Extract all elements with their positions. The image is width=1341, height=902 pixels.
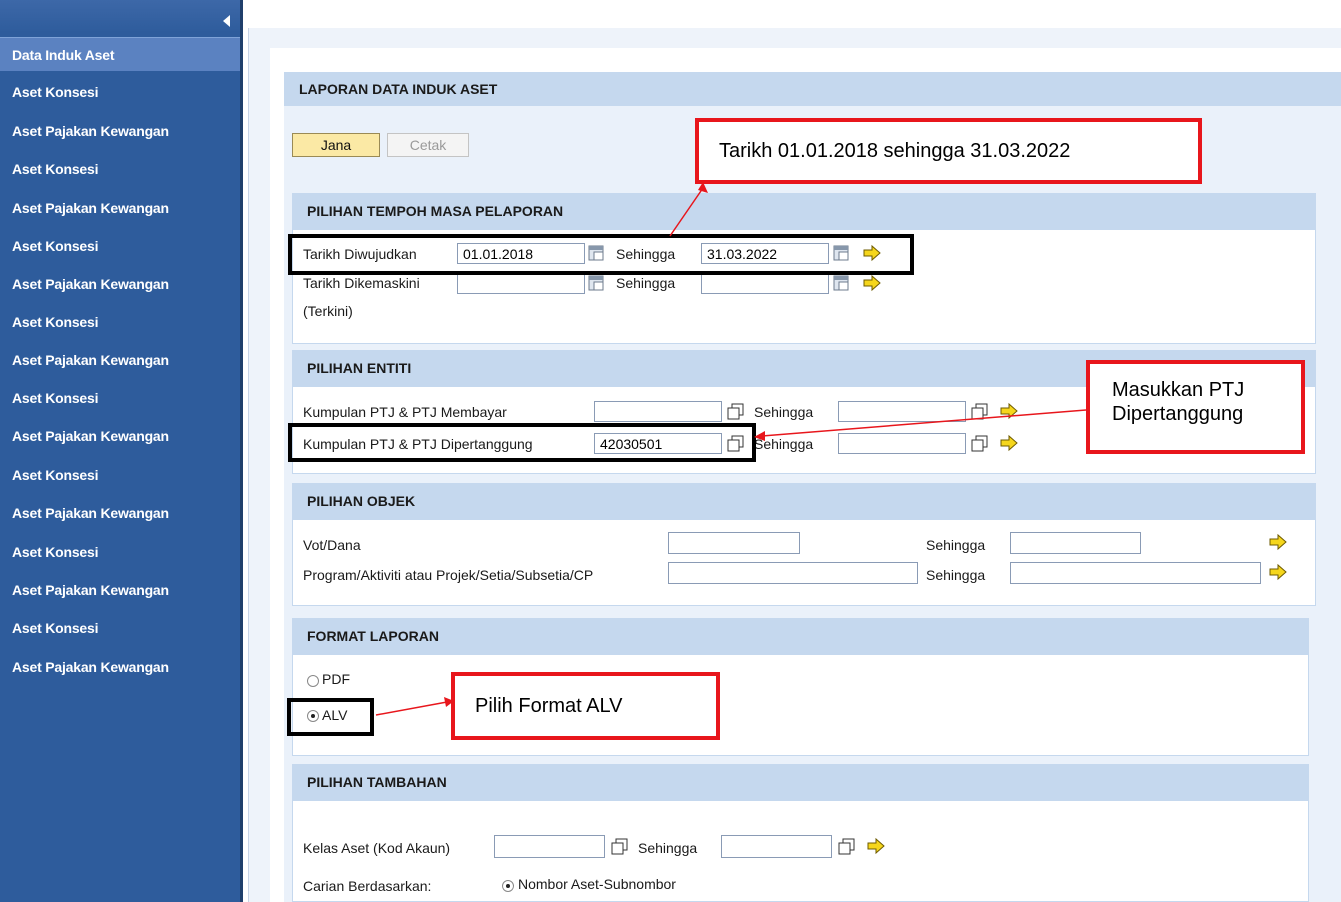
execute-arrow-icon[interactable] [866, 837, 886, 855]
main-top-strip [243, 0, 1341, 28]
asset-class-from-input[interactable] [494, 835, 605, 858]
pdf-radio-label: PDF [322, 671, 350, 687]
sidebar-item[interactable]: Aset Pajakan Kewangan [0, 114, 240, 148]
search-by-label: Carian Berdasarkan: [303, 878, 432, 894]
paying-ptj-label: Kumpulan PTJ & PTJ Membayar [303, 404, 507, 420]
updated-date-label: Tarikh Dikemaskini [303, 275, 420, 291]
program-from-input[interactable] [668, 562, 918, 584]
section-header-tempoh: PILIHAN TEMPOH MASA PELAPORAN [292, 193, 1316, 229]
sidebar-item[interactable]: Aset Konsesi [0, 75, 240, 109]
calendar-icon[interactable] [833, 275, 851, 292]
sidebar-item[interactable]: Aset Konsesi [0, 458, 240, 492]
multi-select-icon[interactable] [971, 403, 989, 420]
execute-arrow-icon[interactable] [999, 434, 1019, 452]
highlight-box-charged-ptj [288, 423, 756, 462]
sidebar-item[interactable]: Aset Pajakan Kewangan [0, 343, 240, 377]
sidebar-item[interactable]: Aset Pajakan Kewangan [0, 419, 240, 453]
asset-class-label: Kelas Aset (Kod Akaun) [303, 840, 451, 856]
execute-arrow-icon[interactable] [862, 274, 882, 292]
section-header-objek: PILIHAN OBJEK [292, 483, 1316, 519]
program-until-label: Sehingga [926, 567, 986, 583]
sidebar-item[interactable]: Aset Konsesi [0, 611, 240, 645]
sidebar-item[interactable]: Aset Konsesi [0, 381, 240, 415]
program-label: Program/Aktiviti atau Projek/Setia/Subse… [303, 567, 594, 583]
sidebar: Data Induk Aset Aset Konsesi Aset Pajaka… [0, 0, 243, 902]
multi-select-icon[interactable] [838, 838, 856, 855]
updated-to-input[interactable] [701, 273, 829, 294]
ptj-callout-line1: Masukkan PTJ [1112, 379, 1245, 401]
paying-ptj-until-label: Sehingga [754, 404, 814, 420]
section-header-tambahan: PILIHAN TAMBAHAN [292, 764, 1309, 800]
execute-arrow-icon[interactable] [1268, 533, 1288, 551]
collapse-arrow-icon[interactable] [223, 15, 230, 27]
sidebar-item[interactable]: Aset Konsesi [0, 229, 240, 263]
vot-until-label: Sehingga [926, 537, 986, 553]
paying-ptj-from-input[interactable] [594, 401, 722, 422]
report-title: LAPORAN DATA INDUK ASET [284, 72, 1341, 106]
vot-from-input[interactable] [668, 532, 800, 554]
cetak-button[interactable]: Cetak [387, 133, 469, 157]
multi-select-icon[interactable] [971, 435, 989, 452]
sidebar-item[interactable]: Aset Pajakan Kewangan [0, 267, 240, 301]
asset-number-radio-label: Nombor Aset-Subnombor [518, 876, 676, 892]
execute-arrow-icon[interactable] [999, 402, 1019, 420]
sidebar-item-data-induk-aset[interactable]: Data Induk Aset [0, 37, 240, 71]
sidebar-item[interactable]: Aset Pajakan Kewangan [0, 191, 240, 225]
vot-to-input[interactable] [1010, 532, 1141, 554]
section-body-format [292, 654, 1309, 756]
paying-ptj-to-input[interactable] [838, 401, 966, 422]
sidebar-item[interactable]: Aset Konsesi [0, 152, 240, 186]
ptj-callout: Masukkan PTJ Dipertanggung [1086, 360, 1305, 454]
multi-select-icon[interactable] [727, 403, 745, 420]
updated-until-label: Sehingga [616, 275, 676, 291]
asset-class-to-input[interactable] [721, 835, 832, 858]
vot-label: Vot/Dana [303, 537, 361, 553]
section-header-format: FORMAT LAPORAN [292, 618, 1309, 654]
format-callout: Pilih Format ALV [451, 672, 720, 740]
sidebar-item[interactable]: Aset Pajakan Kewangan [0, 496, 240, 530]
sidebar-item[interactable]: Aset Pajakan Kewangan [0, 573, 240, 607]
date-range-callout: Tarikh 01.01.2018 sehingga 31.03.2022 [695, 118, 1202, 184]
updated-from-input[interactable] [457, 273, 585, 294]
asset-class-until-label: Sehingga [638, 840, 698, 856]
highlight-box-created-date [288, 234, 914, 275]
jana-button[interactable]: Jana [292, 133, 380, 157]
sidebar-collapse-bar[interactable] [0, 0, 240, 33]
updated-date-label-line2: (Terkini) [303, 303, 353, 319]
asset-number-radio[interactable] [502, 880, 514, 892]
sidebar-item[interactable]: Aset Konsesi [0, 535, 240, 569]
ptj-callout-line2: Dipertanggung [1112, 403, 1244, 425]
execute-arrow-icon[interactable] [1268, 563, 1288, 581]
highlight-box-alv [287, 698, 374, 736]
pdf-radio[interactable] [307, 675, 319, 687]
charged-ptj-until-label: Sehingga [754, 436, 814, 452]
sidebar-item[interactable]: Aset Pajakan Kewangan [0, 650, 240, 684]
calendar-icon[interactable] [588, 275, 606, 292]
multi-select-icon[interactable] [611, 838, 629, 855]
charged-ptj-to-input[interactable] [838, 433, 966, 454]
sidebar-item[interactable]: Aset Konsesi [0, 305, 240, 339]
program-to-input[interactable] [1010, 562, 1261, 584]
